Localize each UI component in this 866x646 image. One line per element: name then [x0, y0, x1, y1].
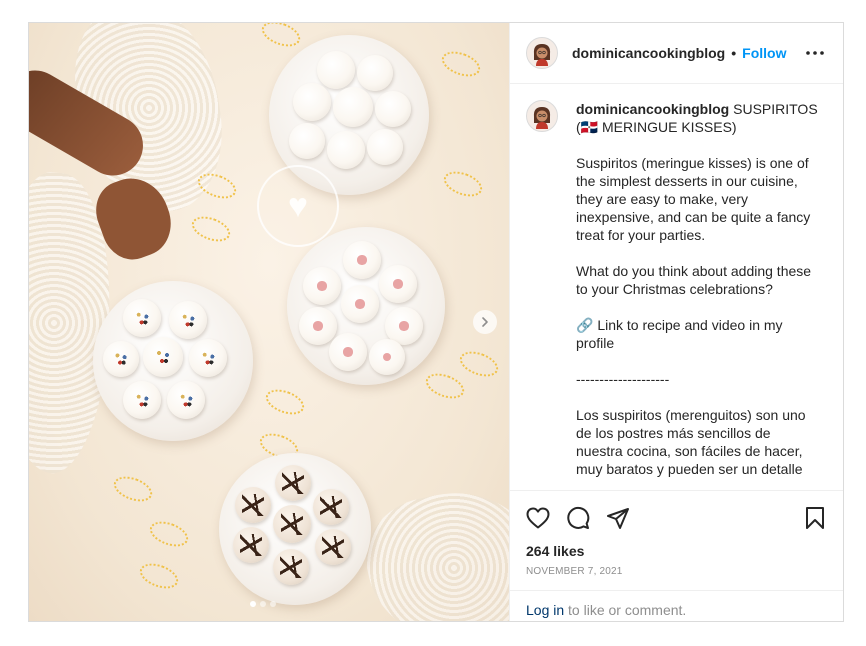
meringue — [299, 307, 337, 345]
login-suffix: to like or comment. — [564, 602, 687, 618]
post-date[interactable]: NOVEMBER 7, 2021 — [526, 566, 827, 577]
meringue — [317, 51, 355, 89]
decor-straw — [438, 46, 484, 82]
heart-watermark-icon: ♥ — [287, 187, 309, 225]
carousel-dot — [270, 601, 276, 607]
decor-straw — [194, 168, 240, 204]
meringue — [289, 123, 325, 159]
share-button[interactable] — [606, 506, 630, 530]
likes-count[interactable]: 264 likes — [526, 543, 827, 559]
caption-divider: -------------------- — [576, 371, 670, 387]
meringue — [103, 341, 139, 377]
decor-straw — [146, 516, 192, 552]
caption-section: dominicancookingblog SUSPIRITOS (🇩🇴 MERI… — [510, 84, 843, 490]
comment-icon — [567, 506, 590, 529]
avatar[interactable] — [526, 37, 558, 69]
plate-pink-meringues — [287, 227, 445, 385]
meringue — [315, 529, 351, 565]
carousel-indicator — [250, 601, 276, 607]
meringue — [327, 131, 365, 169]
meringue — [293, 83, 331, 121]
post-sidebar: dominicancookingblog • Follow dominicanc… — [509, 23, 843, 621]
separator-bullet: • — [731, 45, 737, 61]
decor-straw — [110, 471, 156, 507]
meringue — [123, 381, 161, 419]
meringue — [167, 381, 205, 419]
chevron-right-icon — [482, 317, 488, 327]
carousel-next-button[interactable] — [473, 310, 497, 334]
caption-paragraph: Los suspiritos (merenguitos) son uno de … — [576, 407, 806, 477]
meringue — [367, 129, 403, 165]
actions-bar: 264 likes NOVEMBER 7, 2021 Log in to lik… — [510, 490, 843, 621]
post-header: dominicancookingblog • Follow — [510, 23, 843, 84]
bookmark-icon — [806, 507, 824, 529]
meringue — [303, 267, 341, 305]
meringue — [123, 299, 161, 337]
meringue — [379, 265, 417, 303]
avatar-illustration-icon — [530, 41, 554, 66]
paper-plane-icon — [607, 508, 629, 529]
login-link[interactable]: Log in — [526, 602, 564, 618]
save-button[interactable] — [803, 506, 827, 530]
meringue — [369, 339, 405, 375]
meringue — [329, 333, 367, 371]
caption-title: dominicancookingblog SUSPIRITOS (🇩🇴 MERI… — [576, 100, 818, 136]
meringue — [341, 285, 379, 323]
carousel-dot-active — [250, 601, 256, 607]
meringue — [343, 241, 381, 279]
meringue — [275, 465, 311, 501]
meringue — [189, 339, 227, 377]
caption-username[interactable]: dominicancookingblog — [576, 101, 729, 117]
instagram-post: ♥ dominicancookingblog • Follow dominica… — [28, 22, 844, 622]
decor-straw — [136, 558, 182, 594]
plate-chocolate-meringues — [219, 453, 371, 605]
like-button[interactable] — [526, 506, 550, 530]
meringue — [169, 301, 207, 339]
meringue — [143, 337, 183, 377]
meringue — [273, 505, 311, 543]
meringue — [375, 91, 411, 127]
decor-straw — [422, 368, 468, 404]
meringue — [233, 527, 269, 563]
decor-straw — [262, 384, 308, 420]
plate-sprinkle-meringues — [93, 281, 253, 441]
post-image[interactable]: ♥ — [29, 23, 509, 621]
caption-text: dominicancookingblog SUSPIRITOS (🇩🇴 MERI… — [576, 100, 818, 490]
caption-paragraph: Suspiritos (meringue kisses) is one of t… — [576, 155, 811, 243]
follow-button[interactable]: Follow — [742, 45, 786, 61]
lace-doily — [355, 476, 509, 621]
action-icons — [526, 503, 827, 533]
more-icon — [806, 51, 824, 55]
watermark-logo: ♥ — [257, 165, 339, 247]
caption-paragraph: 🔗 Link to recipe and video in my profile — [576, 317, 783, 351]
decor-straw — [440, 166, 486, 202]
meringue — [273, 549, 309, 585]
post-username[interactable]: dominicancookingblog — [572, 45, 725, 61]
login-prompt: Log in to like or comment. — [510, 590, 843, 629]
heart-icon — [526, 507, 550, 529]
avatar-illustration-icon — [530, 104, 554, 129]
comment-button[interactable] — [566, 506, 590, 530]
carousel-dot — [260, 601, 266, 607]
decor-straw — [258, 23, 304, 52]
meringue — [313, 489, 349, 525]
meringue — [333, 87, 373, 127]
meringue — [357, 55, 393, 91]
more-options-button[interactable] — [803, 41, 827, 65]
meringue — [235, 487, 271, 523]
caption-paragraph: What do you think about adding these to … — [576, 263, 812, 297]
decor-straw — [188, 211, 234, 247]
decor-straw — [456, 346, 502, 382]
caption-avatar[interactable] — [526, 100, 558, 132]
